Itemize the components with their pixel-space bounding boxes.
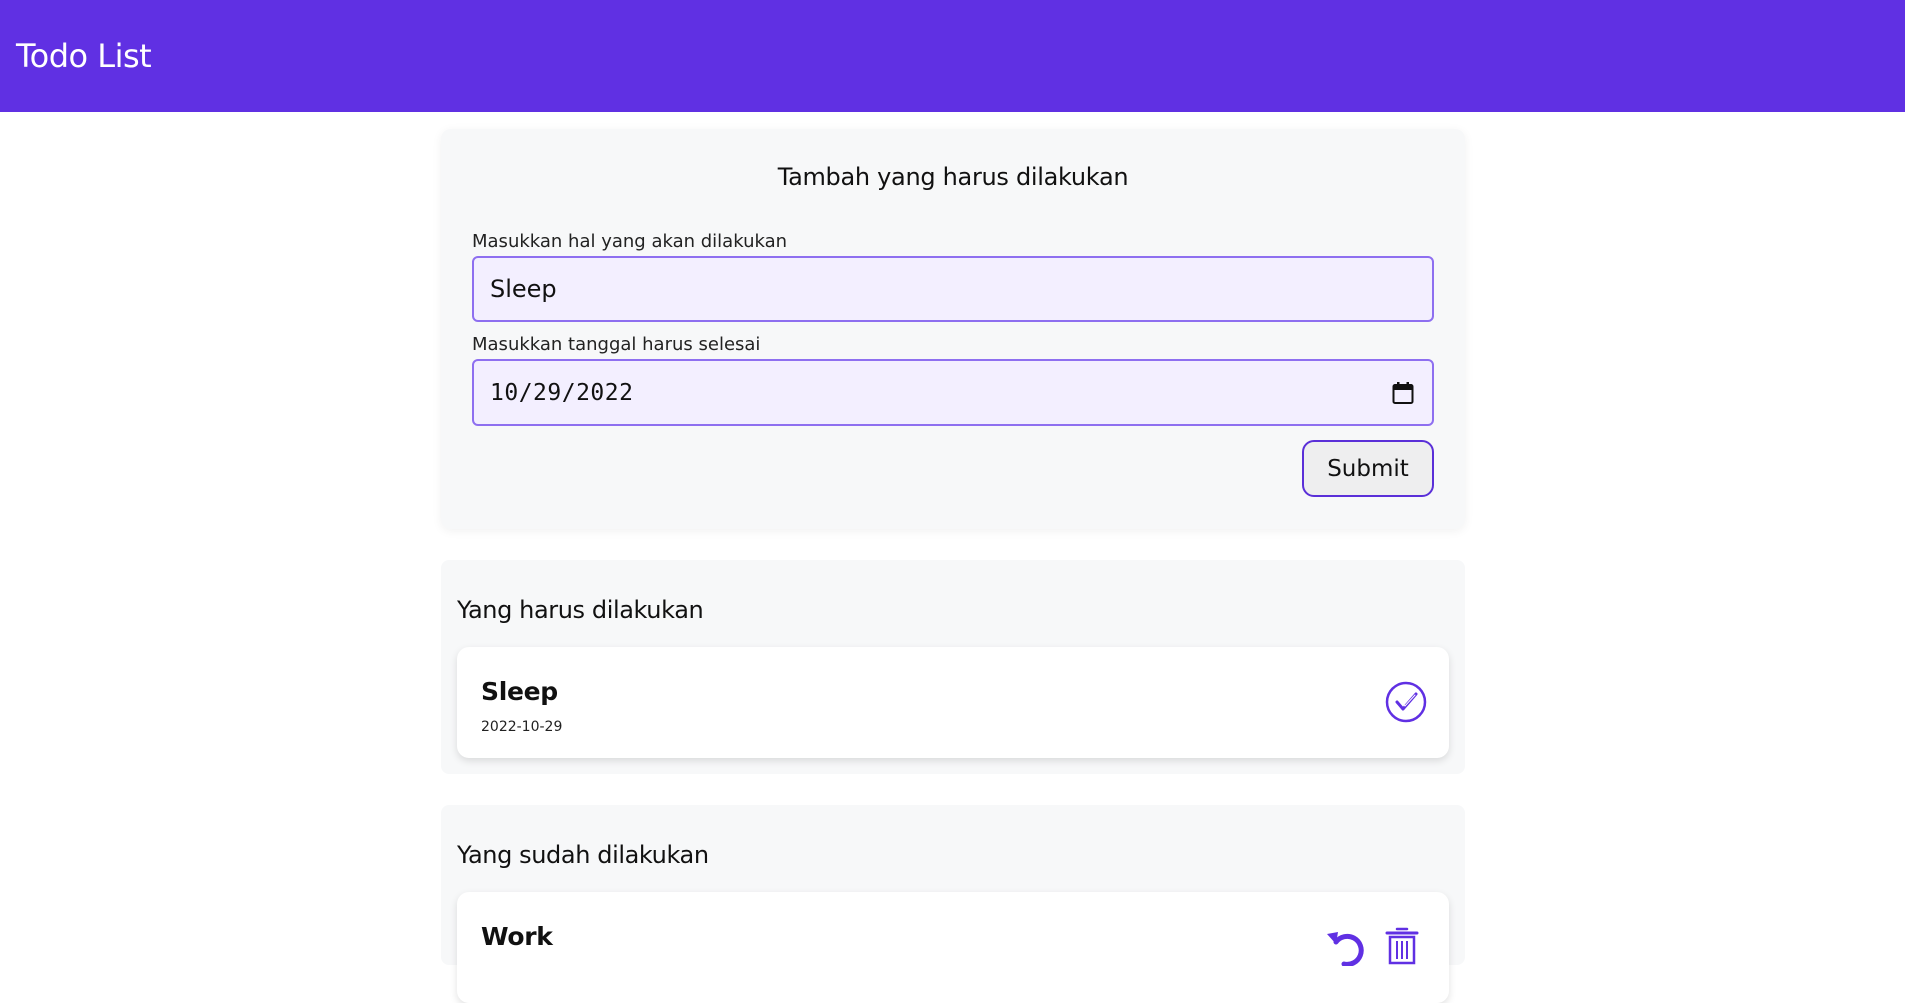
submit-button[interactable]: Submit bbox=[1302, 440, 1434, 497]
undo-icon[interactable] bbox=[1324, 926, 1368, 966]
app-title: Todo List bbox=[16, 37, 152, 75]
done-section-title: Yang sudah dilakukan bbox=[457, 841, 709, 869]
calendar-icon[interactable] bbox=[1392, 381, 1414, 405]
trash-icon[interactable] bbox=[1384, 926, 1420, 966]
app-header: Todo List bbox=[0, 0, 1905, 112]
todo-item-title: Sleep bbox=[481, 677, 558, 706]
add-todo-form: Tambah yang harus dilakukan Masukkan hal… bbox=[441, 129, 1465, 529]
todo-section-title: Yang harus dilakukan bbox=[457, 596, 704, 624]
form-title: Tambah yang harus dilakukan bbox=[777, 163, 1129, 191]
task-field-label: Masukkan hal yang akan dilakukan bbox=[472, 231, 788, 252]
todo-item-date: 2022-10-29 bbox=[481, 719, 563, 735]
task-input[interactable] bbox=[472, 256, 1434, 322]
done-section: Yang sudah dilakukan Work bbox=[441, 805, 1465, 1003]
date-input[interactable]: 10/29/2022 bbox=[472, 359, 1434, 426]
todo-section: Yang harus dilakukan Sleep 2022-10-29 bbox=[441, 560, 1465, 774]
done-item-title: Work bbox=[481, 922, 553, 951]
done-item: Work bbox=[457, 892, 1449, 1003]
date-field-label: Masukkan tanggal harus selesai bbox=[472, 334, 761, 355]
check-circle-icon[interactable] bbox=[1385, 681, 1427, 723]
todo-item: Sleep 2022-10-29 bbox=[457, 647, 1449, 758]
date-value: 10/29/2022 bbox=[490, 379, 634, 406]
